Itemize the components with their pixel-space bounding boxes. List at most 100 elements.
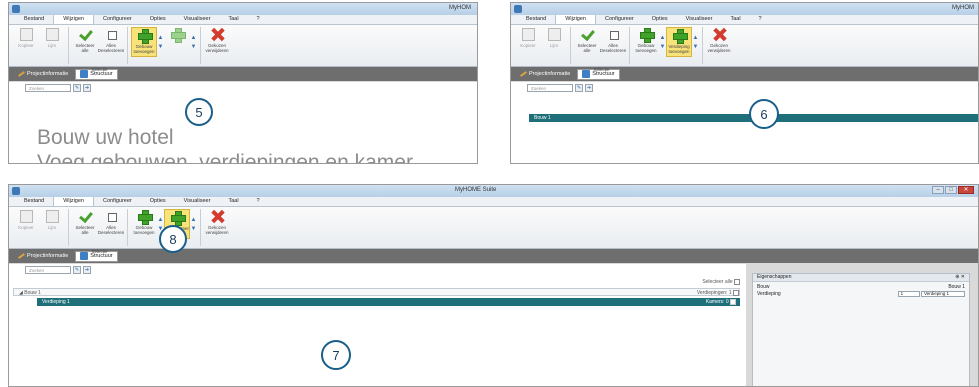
search-go-icon[interactable]: ➔ [585,84,593,92]
menu-help[interactable]: ? [248,197,269,206]
checkmark-icon [581,28,594,41]
arrow-up-icon[interactable]: ▲ [158,35,164,41]
menu-visualiseer[interactable]: Visualiseer [175,197,220,206]
paste-icon [45,210,59,223]
menu-opties[interactable]: Opties [141,15,175,24]
lijm-button[interactable]: Lijm [39,209,65,239]
clipboard-group: Kopieer Lijm [13,27,69,64]
kamer-order-arrows[interactable]: ▲ ▼ [190,209,197,239]
menu-help[interactable]: ? [248,15,269,24]
bouw-checkbox[interactable] [733,289,739,296]
floor-number-select[interactable]: 1 [897,291,920,297]
tab-projectinformatie[interactable]: Projectinformatie [13,69,72,80]
selecteer-alle-button[interactable]: Selecteer alle [574,27,600,57]
gebouw-order-arrows[interactable]: ▲ ▼ [659,27,666,57]
arrow-up-icon[interactable]: ▲ [693,35,699,41]
menu-taal[interactable]: Taal [721,15,749,24]
menu-wijzigen[interactable]: Wijzigen [53,14,94,24]
arrow-down-icon[interactable]: ▼ [660,44,666,50]
pencil-icon [519,70,527,78]
screenshot-panel-steps-7-8: MyHOME Suite – □ ✕ Bestand Wijzigen Conf… [8,184,979,387]
alles-deselecteren-button[interactable]: Alles Deselecteren [98,209,124,239]
menu-taal[interactable]: Taal [219,197,247,206]
gekozen-verwijderen-button[interactable]: Gekozen verwijderen [706,27,732,57]
arrow-up-icon[interactable]: ▲ [191,217,197,223]
tab-projectinformatie[interactable]: Projectinformatie [13,251,72,262]
search-input[interactable]: Zoeken [25,266,71,274]
menu-bestand[interactable]: Bestand [15,197,53,206]
delete-icon [713,28,726,41]
tree-row-verdieping-selected[interactable]: Verdieping 1 Kamers: 0 [37,298,740,306]
menu-wijzigen[interactable]: Wijzigen [555,14,596,24]
menu-opties[interactable]: Opties [643,15,677,24]
tab-projectinformatie[interactable]: Projectinformatie [515,69,574,80]
kopieer-button[interactable]: Kopieer [515,27,541,57]
menu-bestand[interactable]: Bestand [517,15,555,24]
gebouw-toevoegen-button[interactable]: Gebouw toevoegen [633,27,659,57]
menu-configureer[interactable]: Configureer [596,15,643,24]
search-row: Zoeken ✎ ➔ [9,82,477,94]
menu-visualiseer[interactable]: Visualiseer [175,15,220,24]
alles-deselecteren-button[interactable]: Alles Deselecteren [98,27,124,57]
alles-deselecteren-button[interactable]: Alles Deselecteren [600,27,626,57]
arrow-down-icon[interactable]: ▼ [191,226,197,232]
gebouw-order-arrows[interactable]: ▲ ▼ [157,27,164,57]
lijm-button[interactable]: Lijm [39,27,65,57]
gebouw-toevoegen-button[interactable]: Gebouw toevoegen [131,209,157,239]
verdieping-order-arrows[interactable]: ▲ ▼ [190,27,197,57]
menu-taal[interactable]: Taal [219,15,247,24]
gekozen-verwijderen-button[interactable]: Gekozen verwijderen [204,209,230,239]
search-row: Zoeken ✎ ➔ [511,82,978,94]
pin-close-icon[interactable]: ⊕ ✕ [955,274,965,281]
clear-search-icon[interactable]: ✎ [73,266,81,274]
search-input[interactable]: Zoeken [25,84,71,92]
verdieping-toevoegen-button[interactable] [164,27,190,57]
arrow-up-icon[interactable]: ▲ [660,35,666,41]
selecteer-alle-button[interactable]: Selecteer alle [72,209,98,239]
arrow-down-icon[interactable]: ▼ [693,44,699,50]
lijm-button[interactable]: Lijm [541,27,567,57]
step-callout-8: 8 [159,225,187,253]
delete-group: Gekozen verwijderen [204,209,233,246]
gebouw-toevoegen-button[interactable]: Gebouw toevoegen [131,27,157,57]
tree-row-bouw[interactable]: ◢ Bouw 1 Verdiepingen: 1 [13,288,740,296]
arrow-up-icon[interactable]: ▲ [158,217,164,223]
select-all-checkbox[interactable] [734,278,740,285]
menu-bestand[interactable]: Bestand [15,15,53,24]
minimize-icon[interactable]: – [932,186,944,194]
gekozen-verwijderen-button[interactable]: Gekozen verwijderen [204,27,230,57]
arrow-up-icon[interactable]: ▲ [191,35,197,41]
select-all-checkbox-row[interactable]: Selecteer alle [697,278,740,286]
verdieping-checkbox[interactable] [730,298,736,305]
menu-opties[interactable]: Opties [141,197,175,206]
kopieer-button[interactable]: Kopieer [13,209,39,239]
menu-visualiseer[interactable]: Visualiseer [677,15,722,24]
kopieer-button[interactable]: Kopieer [13,27,39,57]
hero-subtitle: Voeg gebouwen, verdiepingen en kamer [37,151,413,164]
search-input[interactable]: Zoeken [527,84,573,92]
step-callout-7: 7 [321,340,351,370]
structure-icon [80,252,89,260]
selecteer-alle-button[interactable]: Selecteer alle [72,27,98,57]
step-callout-6: 6 [749,99,779,129]
app-icon [12,5,20,13]
menu-configureer[interactable]: Configureer [94,197,141,206]
search-go-icon[interactable]: ➔ [83,266,91,274]
menu-wijzigen[interactable]: Wijzigen [53,196,94,206]
verdieping-order-arrows[interactable]: ▲ ▼ [692,27,699,57]
empty-checkbox-icon [105,210,118,223]
collapse-triangle-icon[interactable]: ◢ [19,290,23,296]
menu-configureer[interactable]: Configureer [94,15,141,24]
arrow-down-icon[interactable]: ▼ [158,44,164,50]
arrow-down-icon[interactable]: ▼ [191,44,197,50]
menu-help[interactable]: ? [750,15,771,24]
pencil-icon [17,70,25,78]
verdieping-toevoegen-button[interactable]: Verdieping toevoegen [666,27,692,57]
search-go-icon[interactable]: ➔ [83,84,91,92]
clear-search-icon[interactable]: ✎ [73,84,81,92]
maximize-icon[interactable]: □ [945,186,957,194]
add-floor-icon [170,28,186,43]
clear-search-icon[interactable]: ✎ [575,84,583,92]
floor-name-input[interactable]: Verdieping 1 [921,291,965,297]
close-icon[interactable]: ✕ [958,186,974,194]
